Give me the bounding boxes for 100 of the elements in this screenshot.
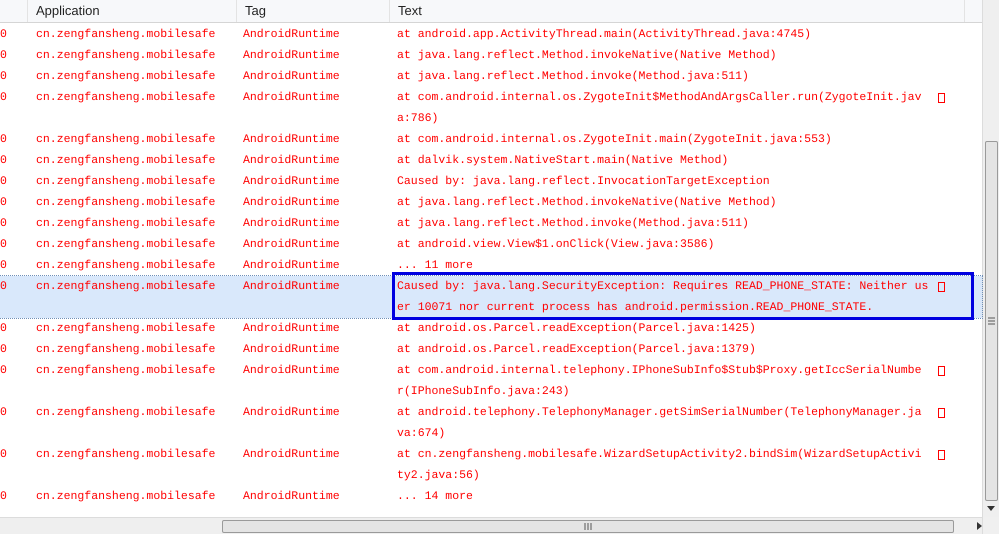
log-row[interactable]: 0 cn.zengfansheng.mobilesafe AndroidRuntime ... 14 more <box>0 486 982 507</box>
line-wrap-icon <box>938 92 945 102</box>
log-text: at java.lang.reflect.Method.invokeNative(Native Method) <box>397 195 777 211</box>
scroll-down-icon[interactable] <box>987 506 995 511</box>
table-cell-text: cn.zengfansheng.mobilesafe <box>35 48 216 64</box>
log-text: Caused by: java.lang.SecurityException: Requires READ_PHONE_STATE: Neither us <box>397 279 928 295</box>
line-wrap-icon <box>938 282 945 292</box>
table-cell-text: cn.zengfansheng.mobilesafe <box>35 447 216 463</box>
table-cell-text: AndroidRuntime <box>242 216 341 232</box>
table-cell-text: 0 <box>0 405 8 421</box>
table-cell-text: 0 <box>0 90 8 106</box>
log-text: at com.android.internal.os.ZygoteInit.main(ZygoteInit.java:553) <box>397 132 832 148</box>
table-cell-text: AndroidRuntime <box>242 279 341 295</box>
log-text: at android.view.View$1.onClick(View.java:3586) <box>397 237 714 253</box>
log-row[interactable]: 0 cn.zengfansheng.mobilesafe AndroidRuntime at cn.zengfansheng.mobilesafe.WizardSetupActivity2.bindSim(WizardSetupActivi ty2.java:56) <box>0 444 982 486</box>
table-cell-text: 0 <box>0 69 8 85</box>
table-cell-text: 0 <box>0 321 8 337</box>
table-cell-text: cn.zengfansheng.mobilesafe <box>35 342 216 358</box>
table-cell-text: AndroidRuntime <box>242 195 341 211</box>
table-cell-text: AndroidRuntime <box>242 48 341 64</box>
log-row[interactable]: 0 cn.zengfansheng.mobilesafe AndroidRuntime at java.lang.reflect.Method.invokeNative(Native Method) <box>0 45 982 66</box>
table-cell-text: 0 <box>0 279 8 295</box>
log-text: er 10071 nor current process has android.permission.READ_PHONE_STATE. <box>397 300 874 316</box>
table-cell-text: cn.zengfansheng.mobilesafe <box>35 90 216 106</box>
column-header[interactable]: Application <box>36 1 100 21</box>
log-row[interactable]: 0 cn.zengfansheng.mobilesafe AndroidRuntime at com.android.internal.telephony.IPhoneSubInfo$Stub$Proxy.getIccSerialNumbe r(IPhoneSubInfo.java:243) <box>0 360 982 402</box>
horizontal-scrollbar[interactable] <box>0 517 982 534</box>
table-cell-text: 0 <box>0 195 8 211</box>
table-cell-text: cn.zengfansheng.mobilesafe <box>35 258 216 274</box>
log-text: ty2.java:56) <box>397 468 480 484</box>
table-cell-text: cn.zengfansheng.mobilesafe <box>35 69 216 85</box>
table-cell-text: 0 <box>0 153 8 169</box>
log-row[interactable]: 0 cn.zengfansheng.mobilesafe AndroidRuntime at android.os.Parcel.readException(Parcel.java:1425) <box>0 318 982 339</box>
scrollbar-thumb[interactable] <box>222 520 954 532</box>
log-row[interactable]: 0 cn.zengfansheng.mobilesafe AndroidRuntime at android.view.View$1.onClick(View.java:3586) <box>0 234 982 255</box>
table-cell-text: cn.zengfansheng.mobilesafe <box>35 363 216 379</box>
table-cell-text: cn.zengfansheng.mobilesafe <box>35 279 216 295</box>
log-text: at dalvik.system.NativeStart.main(Native Method) <box>397 153 728 169</box>
table-cell-text: cn.zengfansheng.mobilesafe <box>35 237 216 253</box>
table-cell-text: cn.zengfansheng.mobilesafe <box>35 153 216 169</box>
table-cell-text: 0 <box>0 27 8 43</box>
log-row[interactable]: 0 cn.zengfansheng.mobilesafe AndroidRuntime at java.lang.reflect.Method.invoke(Method.java:511) <box>0 66 982 87</box>
table-cell-text: cn.zengfansheng.mobilesafe <box>35 321 216 337</box>
log-row[interactable]: 0 cn.zengfansheng.mobilesafe AndroidRuntime at android.os.Parcel.readException(Parcel.java:1379) <box>0 339 982 360</box>
table-cell-text: 0 <box>0 447 8 463</box>
table-cell-text: AndroidRuntime <box>242 237 341 253</box>
log-row[interactable]: 0 cn.zengfansheng.mobilesafe AndroidRuntime at java.lang.reflect.Method.invoke(Method.java:511) <box>0 213 982 234</box>
log-text: va:674) <box>397 426 446 442</box>
line-wrap-icon <box>938 408 945 418</box>
column-header[interactable]: Text <box>398 1 422 21</box>
log-row[interactable]: 0 cn.zengfansheng.mobilesafe AndroidRuntime at android.app.ActivityThread.main(ActivityThread.java:4745) <box>0 24 982 45</box>
log-text: at android.telephony.TelephonyManager.getSimSerialNumber(TelephonyManager.ja <box>397 405 922 421</box>
table-cell-text: AndroidRuntime <box>242 363 341 379</box>
table-cell-text: cn.zengfansheng.mobilesafe <box>35 405 216 421</box>
log-text: r(IPhoneSubInfo.java:243) <box>397 384 570 400</box>
table-cell-text: AndroidRuntime <box>242 27 341 43</box>
table-cell-text: 0 <box>0 216 8 232</box>
table-cell-text: 0 <box>0 363 8 379</box>
log-text: at java.lang.reflect.Method.invokeNative(Native Method) <box>397 48 777 64</box>
vertical-scrollbar[interactable] <box>982 0 999 534</box>
table-cell-text: 0 <box>0 132 8 148</box>
scrollbar-thumb[interactable] <box>984 141 998 501</box>
table-cell-text: 0 <box>0 48 8 64</box>
table-cell-text: cn.zengfansheng.mobilesafe <box>35 216 216 232</box>
log-text: at android.app.ActivityThread.main(ActivityThread.java:4745) <box>397 27 812 43</box>
line-wrap-icon <box>938 450 945 460</box>
log-row[interactable]: 0 cn.zengfansheng.mobilesafe AndroidRuntime at com.android.internal.os.ZygoteInit.main(ZygoteInit.java:553) <box>0 129 982 150</box>
column-header[interactable]: Tag <box>245 1 266 21</box>
table-cell-text: AndroidRuntime <box>242 132 341 148</box>
log-row[interactable]: 0 cn.zengfansheng.mobilesafe AndroidRuntime ... 11 more <box>0 255 982 276</box>
table-cell-text: AndroidRuntime <box>242 489 341 505</box>
table-cell-text: 0 <box>0 258 8 274</box>
table-cell-text: 0 <box>0 489 8 505</box>
grip-icon <box>584 522 592 530</box>
log-row[interactable]: 0 cn.zengfansheng.mobilesafe AndroidRuntime Caused by: java.lang.reflect.InvocationTargetException <box>0 171 982 192</box>
log-row[interactable]: 0 cn.zengfansheng.mobilesafe AndroidRuntime at android.telephony.TelephonyManager.getSimSerialNumber(TelephonyManager.ja va:674) <box>0 402 982 444</box>
log-text: at cn.zengfansheng.mobilesafe.WizardSetupActivity2.bindSim(WizardSetupActivi <box>397 447 922 463</box>
table-cell-text: AndroidRuntime <box>242 321 341 337</box>
table-cell-text: cn.zengfansheng.mobilesafe <box>35 27 216 43</box>
table-cell-text: 0 <box>0 174 8 190</box>
log-text: ... 11 more <box>397 258 473 274</box>
log-text: at android.os.Parcel.readException(Parcel.java:1379) <box>397 342 756 358</box>
table-cell-text: cn.zengfansheng.mobilesafe <box>35 132 216 148</box>
table-cell-text: 0 <box>0 237 8 253</box>
log-row[interactable]: 0 cn.zengfansheng.mobilesafe AndroidRuntime at com.android.internal.os.ZygoteInit$MethodAndArgsCaller.run(ZygoteInit.jav a:786) <box>0 87 982 129</box>
log-text: at java.lang.reflect.Method.invoke(Method.java:511) <box>397 216 749 232</box>
log-text: at com.android.internal.telephony.IPhoneSubInfo$Stub$Proxy.getIccSerialNumbe <box>397 363 922 379</box>
table-cell-text: cn.zengfansheng.mobilesafe <box>35 174 216 190</box>
table-cell-text: AndroidRuntime <box>242 90 341 106</box>
log-row[interactable]: 0 cn.zengfansheng.mobilesafe AndroidRuntime at dalvik.system.NativeStart.main(Native Method) <box>0 150 982 171</box>
log-text: ... 14 more <box>397 489 473 505</box>
table-cell-text: AndroidRuntime <box>242 447 341 463</box>
log-text: at android.os.Parcel.readException(Parcel.java:1425) <box>397 321 756 337</box>
log-row[interactable]: 0 cn.zengfansheng.mobilesafe AndroidRuntime at java.lang.reflect.Method.invokeNative(Native Method) <box>0 192 982 213</box>
log-text: at java.lang.reflect.Method.invoke(Method.java:511) <box>397 69 749 85</box>
table-cell-text: AndroidRuntime <box>242 342 341 358</box>
log-text: Caused by: java.lang.reflect.InvocationTargetException <box>397 174 770 190</box>
table-cell-text: AndroidRuntime <box>242 69 341 85</box>
table-cell-text: AndroidRuntime <box>242 405 341 421</box>
table-cell-text: AndroidRuntime <box>242 174 341 190</box>
